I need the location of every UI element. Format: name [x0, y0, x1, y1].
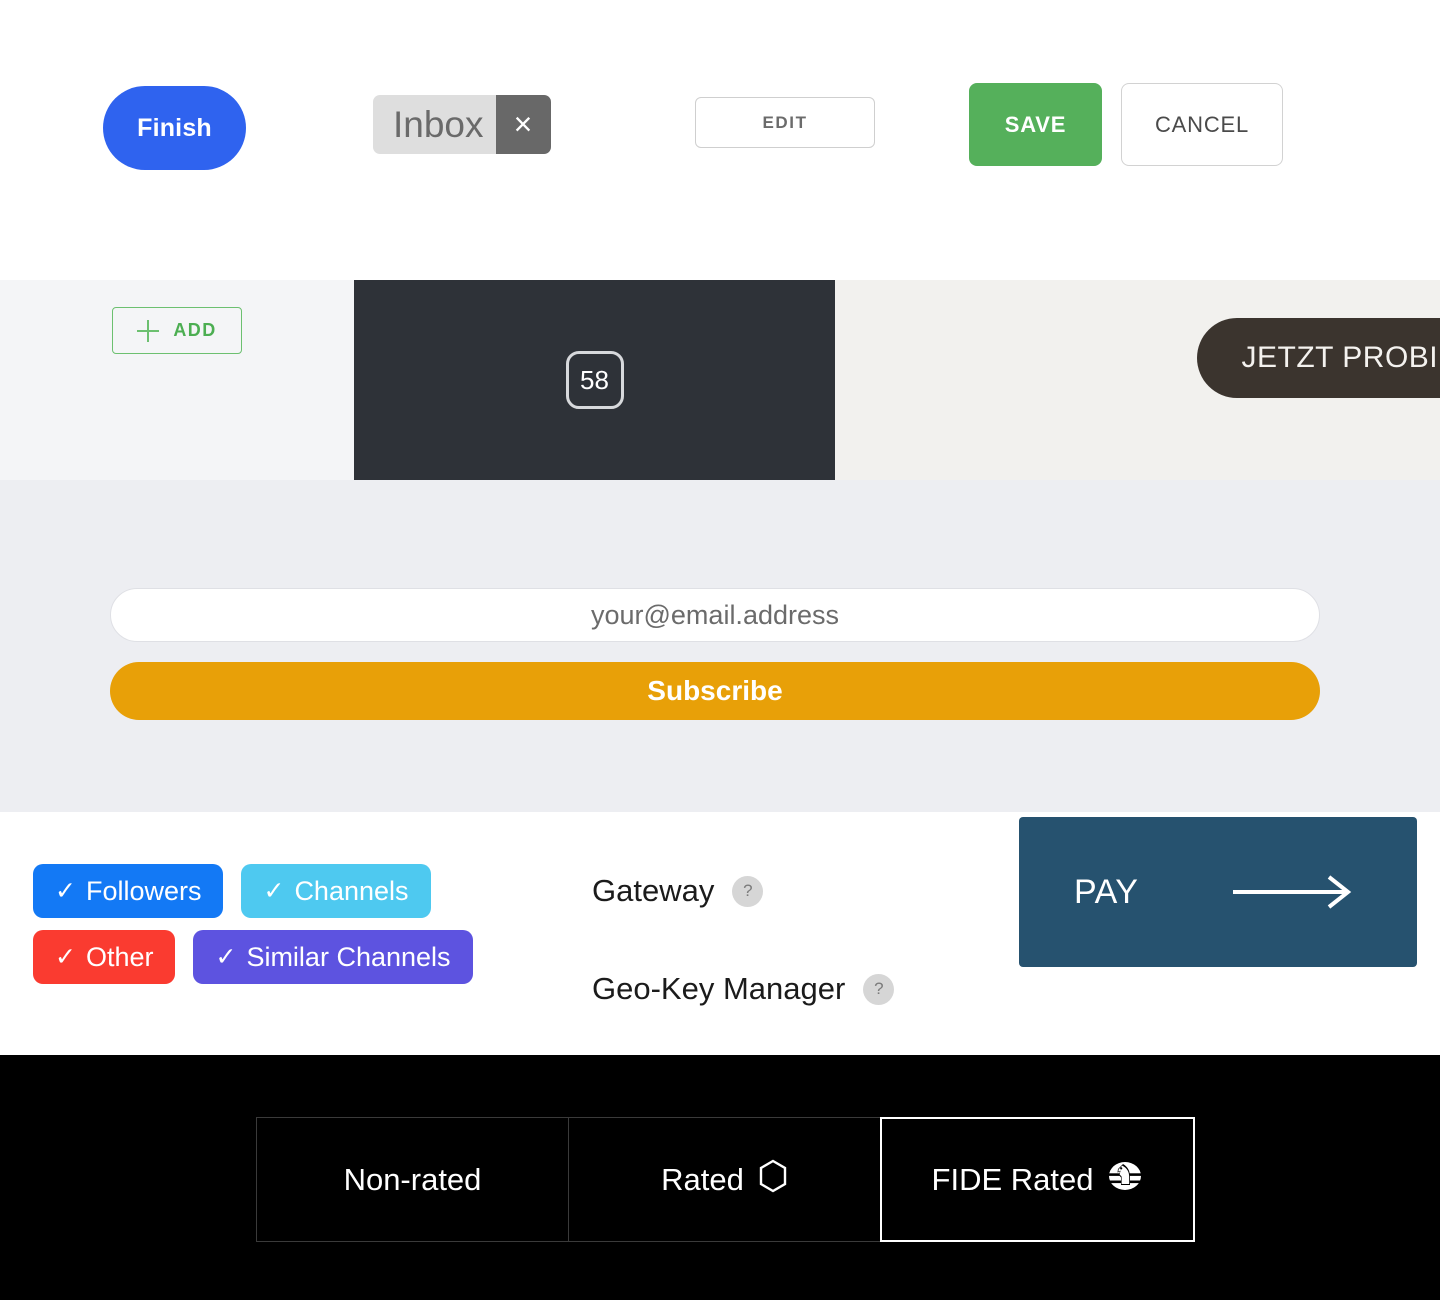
- check-icon: ✓: [55, 876, 76, 905]
- filter-chip-label: Channels: [294, 875, 409, 906]
- band-left-panel: ADD: [0, 280, 354, 480]
- check-icon: ✓: [55, 942, 76, 971]
- filter-chip-followers[interactable]: ✓ Followers: [33, 864, 224, 918]
- hexagon-icon: [758, 1159, 788, 1201]
- save-button[interactable]: SAVE: [969, 83, 1102, 166]
- settings-row-geo-key-manager: Geo-Key Manager ?: [592, 962, 962, 1016]
- segment-rated[interactable]: Rated: [568, 1117, 881, 1242]
- page-root: Finish Inbox × EDIT SAVE CANCEL ADD 58 J…: [0, 0, 1440, 1300]
- inbox-tag-label: Inbox: [373, 95, 496, 154]
- filter-chip-similar-channels[interactable]: ✓ Similar Channels: [193, 930, 473, 984]
- add-button-label: ADD: [173, 320, 217, 340]
- count-badge: 58: [565, 351, 624, 409]
- toolbar-section: Finish Inbox × EDIT SAVE CANCEL: [0, 0, 1440, 280]
- inbox-tag[interactable]: Inbox ×: [373, 95, 551, 154]
- arrow-right-icon: [1231, 873, 1355, 911]
- add-button[interactable]: ADD: [112, 307, 242, 354]
- band-right-panel: JETZT PROBIEREN: [835, 280, 1440, 480]
- check-icon: ✓: [263, 876, 285, 905]
- settings-list: Gateway ? Geo-Key Manager ?: [592, 864, 962, 1060]
- segment-label: FIDE Rated: [931, 1161, 1094, 1197]
- jetzt-probieren-button[interactable]: JETZT PROBIEREN: [1197, 318, 1440, 398]
- filter-chip-row: ✓ Other ✓ Similar Channels: [33, 930, 523, 984]
- filter-chip-other[interactable]: ✓ Other: [33, 930, 176, 984]
- rating-segmented-control: Non-rated Rated FIDE Rated: [256, 1117, 1195, 1242]
- check-icon: ✓: [215, 942, 237, 971]
- dark-preview-panel: 58: [354, 280, 835, 480]
- filter-chip-row: ✓ Followers ✓ Channels: [33, 864, 523, 918]
- help-icon[interactable]: ?: [732, 875, 764, 907]
- close-icon[interactable]: ×: [495, 95, 551, 154]
- filter-chip-label: Other: [85, 941, 154, 972]
- settings-row-gateway: Gateway ?: [592, 864, 962, 918]
- mixed-section: ✓ Followers ✓ Channels ✓ Other ✓ Similar…: [0, 812, 1440, 1055]
- segment-fide-rated[interactable]: FIDE Rated: [880, 1117, 1195, 1242]
- subscribe-section: Subscribe: [0, 480, 1440, 812]
- plus-icon: [137, 319, 160, 342]
- band-section: ADD 58 JETZT PROBIEREN: [0, 280, 1440, 480]
- filter-chip-channels[interactable]: ✓ Channels: [241, 864, 431, 918]
- segment-label: Non-rated: [343, 1161, 482, 1197]
- segment-label: Rated: [661, 1161, 744, 1197]
- filter-chip-group: ✓ Followers ✓ Channels ✓ Other ✓ Similar…: [33, 864, 523, 996]
- pay-button-label: PAY: [1074, 872, 1139, 911]
- pay-button[interactable]: PAY: [1019, 817, 1417, 967]
- cancel-button[interactable]: CANCEL: [1121, 83, 1283, 166]
- subscribe-button[interactable]: Subscribe: [110, 662, 1320, 720]
- fide-icon: [1107, 1159, 1143, 1201]
- edit-button[interactable]: EDIT: [695, 97, 875, 148]
- settings-row-label: Geo-Key Manager: [592, 971, 846, 1006]
- segment-non-rated[interactable]: Non-rated: [256, 1117, 569, 1242]
- rating-section: Non-rated Rated FIDE Rated: [0, 1055, 1440, 1300]
- help-icon[interactable]: ?: [863, 973, 895, 1005]
- filter-chip-label: Similar Channels: [246, 941, 451, 972]
- email-input[interactable]: [110, 588, 1320, 642]
- settings-row-label: Gateway: [592, 873, 715, 908]
- finish-button[interactable]: Finish: [103, 86, 246, 170]
- filter-chip-label: Followers: [85, 875, 202, 906]
